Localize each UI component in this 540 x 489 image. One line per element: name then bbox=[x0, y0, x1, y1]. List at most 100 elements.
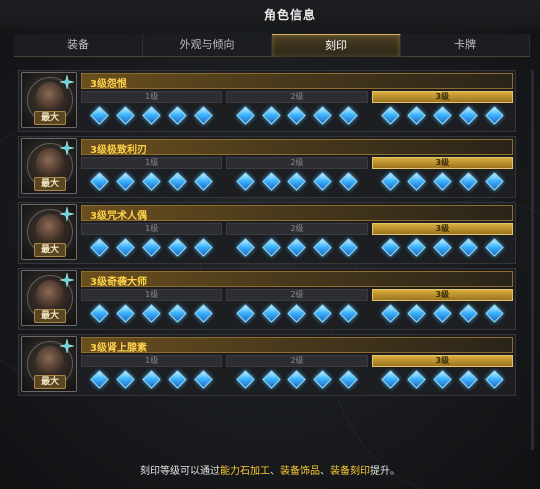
footer-hint: 刻印等级可以通过能力石加工、装备饰品、装备刻印提升。 bbox=[0, 462, 540, 477]
engraving-node-gem-icon bbox=[407, 171, 426, 191]
compass-star-icon bbox=[60, 273, 74, 287]
engraving-portrait[interactable]: 最大 bbox=[21, 138, 77, 194]
engraving-node-gem-icon bbox=[194, 303, 213, 323]
footer-link-accessories: 装备饰品 bbox=[280, 466, 320, 477]
tab-engravings[interactable]: 刻印 bbox=[272, 34, 401, 57]
engraving-row[interactable]: 最大 3级肾上腺素 1级 2级 3级 bbox=[18, 334, 516, 396]
engraving-row[interactable]: 最大 3级怨恨 1级 2级 3级 bbox=[18, 70, 516, 132]
footer-separator: 、 bbox=[320, 466, 330, 477]
tab-appearance[interactable]: 外观与倾向 bbox=[143, 34, 272, 56]
engraving-level-2: 2级 bbox=[226, 223, 368, 259]
engraving-node-gem-icon bbox=[194, 105, 213, 125]
engraving-level-2: 2级 bbox=[226, 91, 368, 127]
engraving-node-gem-icon bbox=[90, 303, 110, 323]
level-label: 1级 bbox=[81, 289, 223, 301]
engraving-node-gem-icon bbox=[142, 237, 161, 257]
engraving-node-gem-icon bbox=[458, 105, 478, 125]
footer-text: 刻印等级可以通过 bbox=[140, 466, 220, 477]
gem-row bbox=[372, 235, 513, 259]
gem-row bbox=[81, 301, 222, 325]
engraving-levels: 1级 2级 3级 bbox=[81, 289, 513, 325]
engraving-row[interactable]: 最大 3级奇袭大师 1级 2级 3级 bbox=[18, 268, 516, 330]
engraving-node-gem-icon bbox=[194, 237, 213, 257]
gem-row bbox=[81, 103, 222, 127]
engraving-node-gem-icon bbox=[168, 303, 187, 323]
engraving-levels: 1级 2级 3级 bbox=[81, 157, 513, 193]
engraving-node-gem-icon bbox=[168, 369, 187, 389]
engraving-node-gem-icon bbox=[90, 105, 110, 125]
scrollbar[interactable] bbox=[531, 70, 534, 450]
engraving-node-gem-icon bbox=[142, 105, 161, 125]
engraving-node-gem-icon bbox=[407, 237, 426, 257]
level-label: 3级 bbox=[371, 223, 513, 235]
engraving-node-gem-icon bbox=[168, 105, 187, 125]
engraving-node-gem-icon bbox=[313, 237, 333, 257]
engraving-level-1: 1级 bbox=[81, 157, 223, 193]
engraving-node-gem-icon bbox=[287, 303, 307, 323]
level-label: 2级 bbox=[226, 289, 368, 301]
compass-star-icon bbox=[60, 141, 74, 155]
footer-link-engraving-books: 装备刻印 bbox=[330, 466, 370, 477]
engraving-level-3: 3级 bbox=[371, 157, 513, 193]
engraving-level-3: 3级 bbox=[371, 355, 513, 391]
engraving-node-gem-icon bbox=[407, 369, 426, 389]
engraving-node-gem-icon bbox=[236, 237, 255, 257]
engraving-node-gem-icon bbox=[484, 303, 504, 323]
level-label: 1级 bbox=[81, 91, 223, 103]
engraving-portrait[interactable]: 最大 bbox=[21, 270, 77, 326]
character-info-window: 角色信息 装备 外观与倾向 刻印 卡牌 最大 3级怨恨 1级 2级 3级 最大 3级极致利刃… bbox=[0, 0, 540, 489]
title-bar[interactable]: 角色信息 bbox=[0, 0, 540, 30]
gem-row bbox=[372, 169, 513, 193]
engraving-portrait[interactable]: 最大 bbox=[21, 336, 77, 392]
compass-star-icon bbox=[60, 75, 74, 89]
engraving-header: 3级咒术人偶 bbox=[81, 205, 513, 222]
engraving-node-gem-icon bbox=[168, 171, 187, 191]
engraving-level-2: 2级 bbox=[226, 157, 368, 193]
engraving-node-gem-icon bbox=[339, 105, 358, 125]
engraving-node-gem-icon bbox=[407, 303, 426, 323]
engraving-node-gem-icon bbox=[116, 171, 135, 191]
level-label: 2级 bbox=[226, 91, 368, 103]
engraving-node-gem-icon bbox=[261, 237, 281, 257]
engraving-node-gem-icon bbox=[484, 369, 504, 389]
engraving-level-1: 1级 bbox=[81, 223, 223, 259]
level-label: 3级 bbox=[371, 157, 513, 169]
gem-row bbox=[372, 367, 513, 391]
engraving-node-gem-icon bbox=[339, 171, 358, 191]
engraving-node-gem-icon bbox=[116, 369, 135, 389]
engraving-levels: 1级 2级 3级 bbox=[81, 223, 513, 259]
tab-bar: 装备 外观与倾向 刻印 卡牌 bbox=[14, 34, 530, 57]
gem-row bbox=[81, 367, 222, 391]
engraving-node-gem-icon bbox=[236, 171, 255, 191]
gem-row bbox=[226, 235, 367, 259]
engraving-node-gem-icon bbox=[433, 237, 452, 257]
engraving-node-gem-icon bbox=[116, 105, 135, 125]
engraving-header: 3级奇袭大师 bbox=[81, 271, 513, 288]
engraving-level-2: 2级 bbox=[226, 355, 368, 391]
engraving-level-2: 2级 bbox=[226, 289, 368, 325]
max-badge: 最大 bbox=[34, 111, 66, 125]
engraving-row[interactable]: 最大 3级极致利刃 1级 2级 3级 bbox=[18, 136, 516, 198]
engraving-name: 3级怨恨 bbox=[90, 79, 127, 90]
level-label: 2级 bbox=[226, 355, 368, 367]
engraving-node-gem-icon bbox=[168, 237, 187, 257]
engraving-node-gem-icon bbox=[142, 171, 161, 191]
engraving-header: 3级怨恨 bbox=[81, 73, 513, 90]
engraving-node-gem-icon bbox=[287, 369, 307, 389]
engraving-portrait[interactable]: 最大 bbox=[21, 204, 77, 260]
engraving-node-gem-icon bbox=[381, 303, 400, 323]
engraving-node-gem-icon bbox=[484, 171, 504, 191]
level-label: 3级 bbox=[371, 355, 513, 367]
engraving-portrait[interactable]: 最大 bbox=[21, 72, 77, 128]
engraving-node-gem-icon bbox=[339, 369, 358, 389]
gem-row bbox=[226, 103, 367, 127]
engraving-level-1: 1级 bbox=[81, 91, 223, 127]
engraving-level-3: 3级 bbox=[371, 91, 513, 127]
tab-cards[interactable]: 卡牌 bbox=[401, 34, 530, 56]
engraving-node-gem-icon bbox=[339, 303, 358, 323]
engraving-node-gem-icon bbox=[381, 171, 400, 191]
engraving-row[interactable]: 最大 3级咒术人偶 1级 2级 3级 bbox=[18, 202, 516, 264]
engraving-node-gem-icon bbox=[381, 369, 400, 389]
tab-equipment[interactable]: 装备 bbox=[14, 34, 143, 56]
engraving-node-gem-icon bbox=[194, 171, 213, 191]
